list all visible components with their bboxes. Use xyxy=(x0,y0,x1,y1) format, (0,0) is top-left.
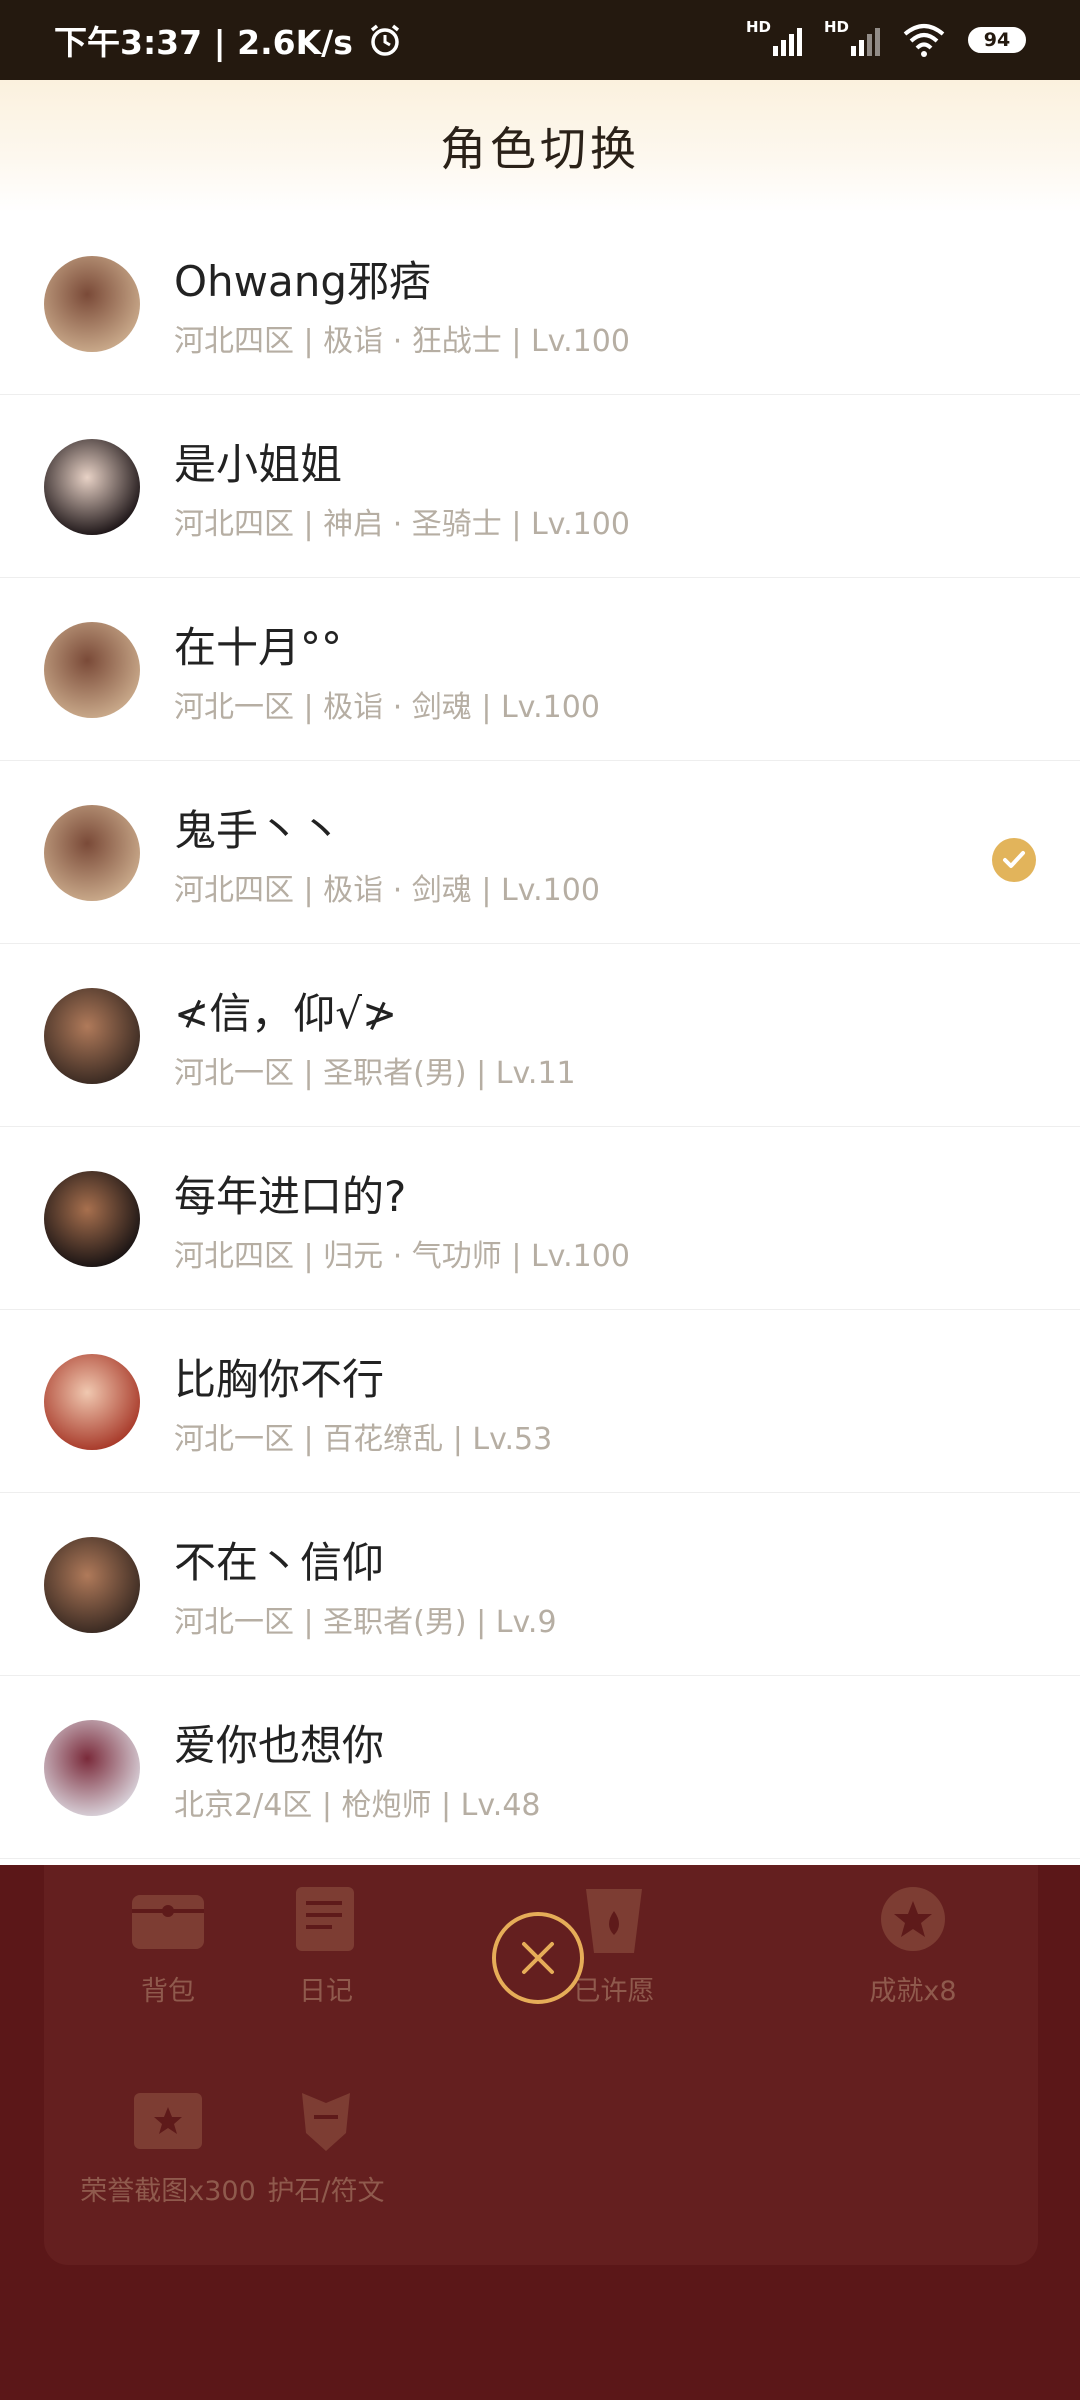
character-row[interactable]: 爱你也想你北京2/4区 | 枪炮师 | Lv.48 xyxy=(0,1676,1080,1859)
menu-item[interactable]: 护石/符文 xyxy=(236,2081,416,2208)
hd-label: HD xyxy=(746,18,772,36)
status-left: 下午3:37 | 2.6K/s xyxy=(54,16,403,64)
status-right: HD HD 94 xyxy=(746,18,1026,60)
screenshot-icon xyxy=(134,2093,202,2149)
character-avatar xyxy=(44,256,140,352)
wifi-icon xyxy=(903,24,945,57)
menu-item[interactable]: 成就x8 xyxy=(823,1881,1003,2008)
character-avatar xyxy=(44,988,140,1084)
menu-item-label: 日记 xyxy=(299,1976,353,2007)
character-name: 是小姐姐 xyxy=(174,440,343,489)
menu-item[interactable]: 荣誉截图x300 xyxy=(78,2081,258,2208)
character-name: 比胸你不行 xyxy=(174,1355,385,1404)
character-avatar xyxy=(44,439,140,535)
character-name: 鬼手丶丶 xyxy=(174,806,343,855)
character-row[interactable]: ≮信，仰√≯ 河北一区 | 圣职者(男) | Lv.11 xyxy=(0,944,1080,1127)
status-bar: 下午3:37 | 2.6K/s HD HD 94 xyxy=(0,0,1080,80)
character-avatar xyxy=(44,1720,140,1816)
diary-icon xyxy=(296,1887,354,1951)
character-avatar xyxy=(44,805,140,901)
menu-item[interactable]: 日记 xyxy=(236,1881,416,2008)
character-name: Ohwang邪痞 xyxy=(174,257,432,306)
character-meta: 河北一区 | 圣职者(男) | Lv.11 xyxy=(174,1056,576,1091)
character-avatar xyxy=(44,1171,140,1267)
character-name: 每年进口的? xyxy=(174,1172,407,1221)
character-meta: 河北一区 | 极诣 · 剑魂 | Lv.100 xyxy=(174,690,600,725)
close-icon xyxy=(522,1942,554,1974)
character-name: 在十月°° xyxy=(174,623,343,672)
character-row[interactable]: 是小姐姐河北四区 | 神启 · 圣骑士 | Lv.100 xyxy=(0,395,1080,578)
selected-check-icon xyxy=(992,838,1036,882)
character-row[interactable]: Ohwang邪痞河北四区 | 极诣 · 狂战士 | Lv.100 xyxy=(0,212,1080,395)
close-button[interactable] xyxy=(492,1912,584,2004)
menu-item-label: 成就x8 xyxy=(869,1976,957,2007)
signal-icon: HD xyxy=(746,18,802,60)
wish-icon xyxy=(586,1889,642,1953)
character-meta: 河北四区 | 神启 · 圣骑士 | Lv.100 xyxy=(174,507,630,542)
character-row[interactable]: 比胸你不行河北一区 | 百花缭乱 | Lv.53 xyxy=(0,1310,1080,1493)
bag-icon xyxy=(132,1895,204,1949)
menu-item-label: 荣誉截图x300 xyxy=(80,2176,256,2207)
menu-item-label: 护石/符文 xyxy=(267,2176,385,2207)
page-title: 角色切换 xyxy=(440,122,640,176)
character-meta: 北京2/4区 | 枪炮师 | Lv.48 xyxy=(174,1788,541,1823)
status-time-speed: 下午3:37 | 2.6K/s xyxy=(54,23,353,62)
character-meta: 河北一区 | 圣职者(男) | Lv.9 xyxy=(174,1605,557,1640)
character-row[interactable]: 鬼手丶丶河北四区 | 极诣 · 剑魂 | Lv.100 xyxy=(0,761,1080,944)
character-row[interactable]: 在十月°° 河北一区 | 极诣 · 剑魂 | Lv.100 xyxy=(0,578,1080,761)
character-meta: 河北一区 | 百花缭乱 | Lv.53 xyxy=(174,1422,553,1457)
character-avatar xyxy=(44,1354,140,1450)
character-meta: 河北四区 | 极诣 · 剑魂 | Lv.100 xyxy=(174,873,600,908)
page-header: 角色切换 xyxy=(0,80,1080,213)
character-list: Ohwang邪痞 河北四区 | 极诣 · 狂战士 | Lv.100 是小姐姐 河北四区… xyxy=(0,212,1080,1865)
character-name: 爱你也想你 xyxy=(174,1721,385,1770)
character-avatar xyxy=(44,1537,140,1633)
menu-item-label: 背包 xyxy=(141,1976,195,2007)
character-name: ≮信，仰√≯ xyxy=(174,989,398,1038)
character-row[interactable]: 不在丶信仰河北一区 | 圣职者(男) | Lv.9 xyxy=(0,1493,1080,1676)
character-row[interactable]: 每年进口的? 河北四区 | 归元 · 气功师 | Lv.100 xyxy=(0,1127,1080,1310)
signal-icon: HD xyxy=(824,18,880,60)
achievement-icon xyxy=(881,1887,945,1951)
menu-item[interactable]: 背包 xyxy=(78,1881,258,2008)
character-meta: 河北四区 | 归元 · 气功师 | Lv.100 xyxy=(174,1239,630,1274)
alarm-icon xyxy=(370,24,399,56)
character-name: 不在丶信仰 xyxy=(174,1538,385,1587)
battery-indicator: 94 xyxy=(968,27,1026,53)
hd-label: HD xyxy=(824,18,850,36)
character-meta: 河北四区 | 极诣 · 狂战士 | Lv.100 xyxy=(174,324,630,359)
character-avatar xyxy=(44,622,140,718)
talisman-icon xyxy=(302,2093,350,2151)
